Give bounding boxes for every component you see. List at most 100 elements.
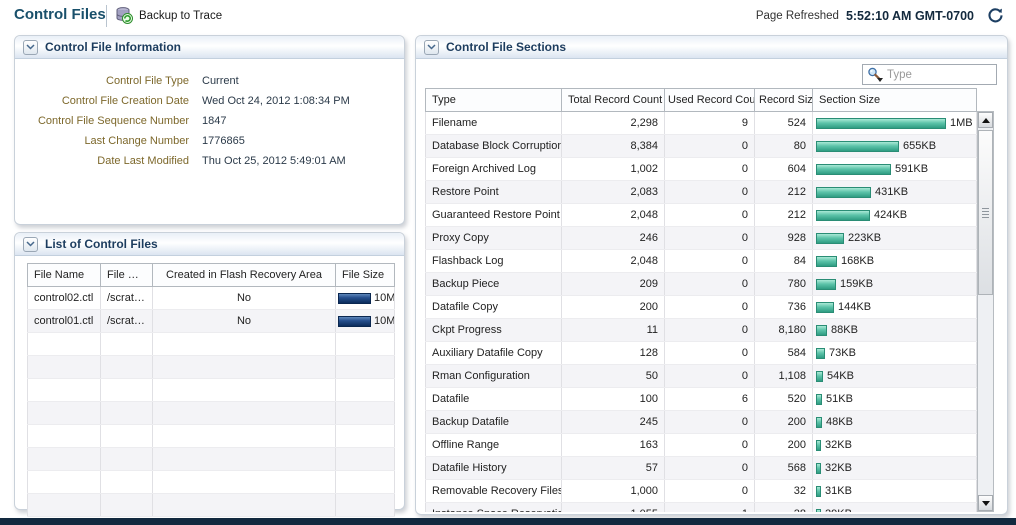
column-header-file-name[interactable]: File Name [28, 264, 101, 287]
scrollbar-thumb[interactable] [978, 130, 993, 295]
record-size-cell: 604 [755, 158, 813, 181]
type-filter-input[interactable] [887, 69, 992, 81]
file-name-cell: control01.ctl [28, 310, 101, 333]
section-row[interactable]: Restore Point 2,083 0 212 431KB [426, 181, 977, 204]
control-files-table: File Name File … Created in Flash Recove… [27, 263, 395, 517]
field-label: Last Change Number [27, 135, 189, 147]
section-size-bar [816, 325, 827, 336]
section-row[interactable]: Instance Space Reservation 1,055 1 28 29… [426, 503, 977, 513]
info-row: Last Change Number 1776865 [27, 131, 392, 151]
section-row[interactable]: Rman Configuration 50 0 1,108 54KB [426, 365, 977, 388]
column-header-file-size[interactable]: File Size [336, 264, 395, 287]
column-header-section-size[interactable]: Section Size [813, 89, 977, 112]
section-size-bar [816, 440, 821, 451]
control-file-row[interactable]: control02.ctl /scrat… No 10MB [28, 287, 395, 310]
record-size-cell: 212 [755, 181, 813, 204]
record-size-cell: 28 [755, 503, 813, 513]
section-size-label: 591KB [895, 163, 928, 175]
used-record-count-cell: 0 [665, 227, 755, 250]
page-refreshed-time: 5:52:10 AM GMT-0700 [846, 9, 974, 23]
vertical-scrollbar[interactable] [977, 111, 994, 512]
section-row[interactable]: Foreign Archived Log 1,002 0 604 591KB [426, 158, 977, 181]
section-row[interactable]: Flashback Log 2,048 0 84 168KB [426, 250, 977, 273]
section-row[interactable]: Backup Piece 209 0 780 159KB [426, 273, 977, 296]
column-header-used-record-count[interactable]: Used Record Count [665, 89, 755, 112]
column-header-file-directory[interactable]: File … [101, 264, 153, 287]
section-row[interactable]: Auxiliary Datafile Copy 128 0 584 73KB [426, 342, 977, 365]
field-value: 1847 [202, 115, 226, 127]
record-size-cell: 568 [755, 457, 813, 480]
section-type-cell: Guaranteed Restore Point [426, 204, 562, 227]
search-dropdown-caret-icon [877, 78, 883, 82]
section-type-cell: Offline Range [426, 434, 562, 457]
total-record-count-cell: 163 [562, 434, 665, 457]
section-row[interactable]: Guaranteed Restore Point 2,048 0 212 424… [426, 204, 977, 227]
file-size-bar [338, 316, 371, 327]
section-size-bar [816, 394, 822, 405]
section-size-bar [816, 141, 899, 152]
collapse-chevron-icon[interactable] [23, 40, 38, 55]
section-size-bar [816, 486, 821, 497]
column-header-type[interactable]: Type [426, 89, 562, 112]
collapse-chevron-icon[interactable] [424, 40, 439, 55]
section-size-bar [816, 371, 823, 382]
used-record-count-cell: 0 [665, 342, 755, 365]
refresh-icon[interactable] [987, 7, 1004, 24]
field-value: Current [202, 75, 239, 87]
section-size-bar [816, 348, 825, 359]
total-record-count-cell: 209 [562, 273, 665, 296]
section-row[interactable]: Datafile History 57 0 568 32KB [426, 457, 977, 480]
section-row[interactable]: Datafile 100 6 520 51KB [426, 388, 977, 411]
total-record-count-cell: 1,002 [562, 158, 665, 181]
sections-panel-header: Control File Sections [416, 36, 1007, 59]
section-row[interactable]: Filename 2,298 9 524 1MB [426, 112, 977, 135]
section-size-label: 223KB [848, 232, 881, 244]
scroll-up-button[interactable] [978, 112, 993, 128]
section-size-cell: 32KB [813, 457, 977, 480]
used-record-count-cell: 0 [665, 434, 755, 457]
empty-row [28, 494, 395, 517]
section-type-cell: Proxy Copy [426, 227, 562, 250]
page-refreshed-label: Page Refreshed [756, 10, 839, 22]
field-value: 1776865 [202, 135, 245, 147]
files-panel-header: List of Control Files [15, 233, 404, 256]
column-header-total-record-count[interactable]: Total Record Count [562, 89, 665, 112]
section-size-cell: 32KB [813, 434, 977, 457]
sections-table-body: Filename 2,298 9 524 1MB Database Block … [426, 112, 977, 513]
section-row[interactable]: Ckpt Progress 11 0 8,180 88KB [426, 319, 977, 342]
control-file-row[interactable]: control01.ctl /scrat… No 10MB [28, 310, 395, 333]
section-row[interactable]: Backup Datafile 245 0 200 48KB [426, 411, 977, 434]
section-row[interactable]: Removable Recovery Files 1,000 0 32 31KB [426, 480, 977, 503]
section-size-bar [816, 233, 844, 244]
toolbar-divider [106, 5, 107, 27]
top-bar: Control Files Backup to Trace Page Refre… [0, 0, 1016, 32]
section-row[interactable]: Datafile Copy 200 0 736 144KB [426, 296, 977, 319]
control-file-sections-panel: Control File Sections [415, 35, 1008, 515]
used-record-count-cell: 0 [665, 480, 755, 503]
record-size-cell: 780 [755, 273, 813, 296]
empty-row [28, 333, 395, 356]
used-record-count-cell: 0 [665, 273, 755, 296]
section-row[interactable]: Database Block Corruption 8,384 0 80 655… [426, 135, 977, 158]
record-size-cell: 84 [755, 250, 813, 273]
files-panel-title: List of Control Files [45, 237, 158, 251]
section-size-bar [816, 463, 821, 474]
backup-to-trace-label: Backup to Trace [139, 10, 222, 22]
collapse-chevron-icon[interactable] [23, 237, 38, 252]
search-icon[interactable] [867, 67, 884, 82]
column-header-record-size[interactable]: Record Size [755, 89, 813, 112]
control-files-page: Control Files Backup to Trace Page Refre… [0, 0, 1016, 525]
section-row[interactable]: Proxy Copy 246 0 928 223KB [426, 227, 977, 250]
bottom-bar [0, 518, 1016, 525]
record-size-cell: 32 [755, 480, 813, 503]
section-type-cell: Datafile History [426, 457, 562, 480]
section-size-bar [816, 417, 822, 428]
section-type-cell: Database Block Corruption [426, 135, 562, 158]
section-row[interactable]: Offline Range 163 0 200 32KB [426, 434, 977, 457]
column-header-flash-recovery[interactable]: Created in Flash Recovery Area [153, 264, 336, 287]
backup-to-trace-button[interactable]: Backup to Trace [115, 5, 222, 27]
refresh-area: Page Refreshed 5:52:10 AM GMT-0700 [756, 7, 1004, 24]
list-of-control-files-panel: List of Control Files File Name File … C… [14, 232, 405, 510]
scroll-down-button[interactable] [978, 495, 993, 511]
section-size-cell: 431KB [813, 181, 977, 204]
